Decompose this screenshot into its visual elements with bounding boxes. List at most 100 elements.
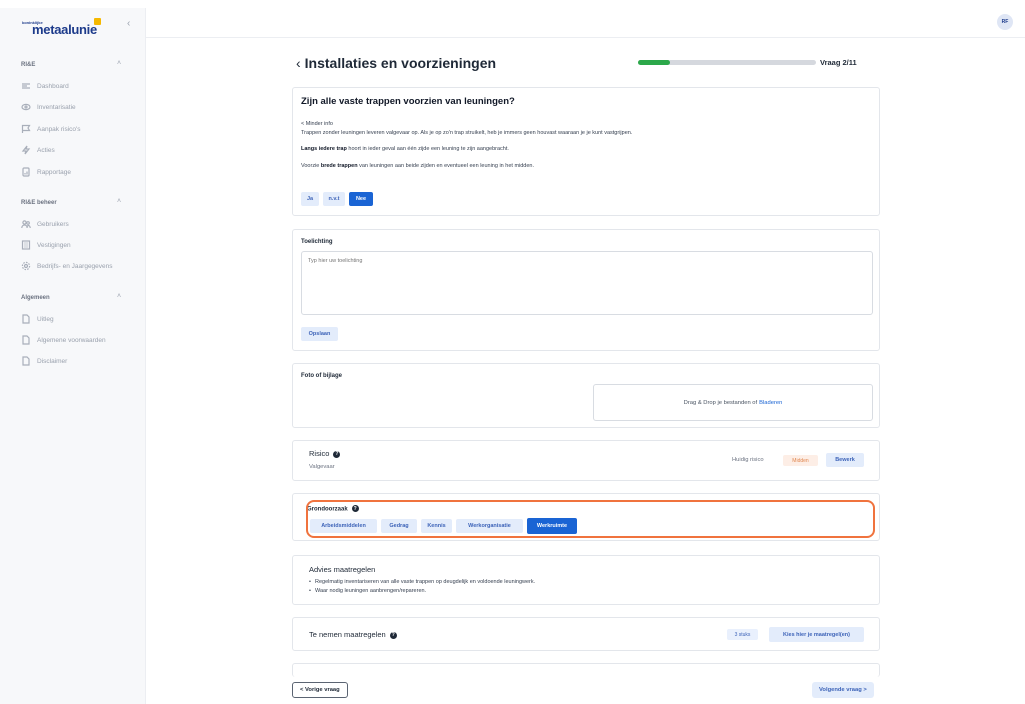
bolt-icon xyxy=(21,145,31,155)
sidebar-item-label: Dashboard xyxy=(37,82,69,90)
risk-level-badge: Midden xyxy=(783,455,818,466)
measures-card: Te nemen maatregelen? 3 stuks Kies hier … xyxy=(292,617,880,651)
sidebar-item-label: Disclaimer xyxy=(37,357,68,365)
save-button[interactable]: Opslaan xyxy=(301,327,338,341)
risk-subtitle: Valgevaar xyxy=(309,464,335,470)
less-info-link[interactable]: < Minder info xyxy=(301,121,333,127)
file-icon xyxy=(22,356,30,366)
page-title[interactable]: ‹ Installaties en voorzieningen xyxy=(296,55,496,71)
answer-nvt-button[interactable]: n.v.t xyxy=(323,192,345,206)
current-risk-label: Huidig risico xyxy=(732,457,764,463)
sidebar-item-bedrijfsgegevens[interactable]: Bedrijfs- en Jaargegevens xyxy=(21,261,113,271)
users-icon xyxy=(21,220,31,229)
gear-icon xyxy=(21,261,31,271)
sidebar-item-label: Acties xyxy=(37,146,55,154)
sidebar-item-aanpak-risicos[interactable]: Aanpak risico's xyxy=(21,124,81,134)
advice-item: Waar nodig leuningen aanbrengen/reparere… xyxy=(309,588,426,594)
answer-nee-button[interactable]: Nee xyxy=(349,192,373,206)
root-cause-card: Grondoorzaak? Arbeidsmiddelen Gedrag Ken… xyxy=(292,493,880,541)
sidebar-item-algemene-voorwaarden[interactable]: Algemene voorwaarden xyxy=(21,335,106,345)
toelichting-textarea[interactable] xyxy=(301,251,873,315)
measures-title: Te nemen maatregelen? xyxy=(309,630,397,639)
previous-question-button[interactable]: < Vorige vraag xyxy=(292,682,348,698)
sidebar-item-label: Inventarisatie xyxy=(37,103,76,111)
flag-icon xyxy=(21,124,31,133)
logo-big-text: metaalunie xyxy=(32,22,97,37)
sidebar-item-label: Gebruikers xyxy=(37,220,69,228)
sidebar-item-vestigingen[interactable]: Vestigingen xyxy=(21,240,71,250)
dropzone-text: Drag & Drop je bestanden of xyxy=(683,399,758,406)
measures-count-badge: 3 stuks xyxy=(727,629,758,640)
page-title-text: Installaties en voorzieningen xyxy=(304,55,497,71)
cause-gedrag-button[interactable]: Gedrag xyxy=(381,519,417,533)
chevron-up-icon[interactable]: ˄ xyxy=(117,198,121,205)
sidebar-item-rapportage[interactable]: Rapportage xyxy=(21,167,71,177)
toelichting-card: Toelichting Opslaan xyxy=(292,229,880,351)
cause-kennis-button[interactable]: Kennis xyxy=(421,519,452,533)
cause-werkorganisatie-button[interactable]: Werkorganisatie xyxy=(456,519,523,533)
sidebar-item-label: Vestigingen xyxy=(37,241,71,249)
chevron-up-icon[interactable]: ˄ xyxy=(117,293,121,300)
attachment-label: Foto of bijlage xyxy=(301,373,342,379)
question-title: Zijn alle vaste trappen voorzien van leu… xyxy=(301,96,515,107)
sidebar: koninklijke metaalunie ‹ RI&E ˄ Dashboar… xyxy=(0,8,146,704)
info-text-3-bold: brede trappen xyxy=(320,163,358,169)
toelichting-label: Toelichting xyxy=(301,239,333,245)
risk-title: Risico? xyxy=(309,449,341,458)
eye-icon xyxy=(21,103,31,111)
next-question-button[interactable]: Volgende vraag > xyxy=(812,682,874,698)
sidebar-item-label: Bedrijfs- en Jaargegevens xyxy=(37,262,113,270)
info-text-2-bold: Langs iedere trap xyxy=(301,146,347,152)
help-icon[interactable]: ? xyxy=(389,631,397,639)
info-text-2: Langs iedere trap hoort in ieder geval a… xyxy=(301,146,509,152)
sidebar-item-disclaimer[interactable]: Disclaimer xyxy=(21,356,67,366)
cause-arbeidsmiddelen-button[interactable]: Arbeidsmiddelen xyxy=(310,519,377,533)
question-card: Zijn alle vaste trappen voorzien van leu… xyxy=(292,87,880,216)
sidebar-item-label: Uitleg xyxy=(37,315,54,323)
logo-crown-icon xyxy=(94,18,101,25)
info-text-2-rest: hoort in ieder geval aan één zijde een l… xyxy=(346,146,509,152)
advice-title: Advies maatregelen xyxy=(309,565,376,574)
top-bar: RF xyxy=(146,8,1025,38)
root-cause-title-text: Grondoorzaak xyxy=(307,506,348,513)
cause-werkruimte-button[interactable]: Werkruimte xyxy=(527,518,577,534)
avatar[interactable]: RF xyxy=(997,14,1013,30)
info-text-1: Trappen zonder leuningen leveren valgeva… xyxy=(301,130,633,136)
sidebar-item-label: Rapportage xyxy=(37,168,71,176)
answer-ja-button[interactable]: Ja xyxy=(301,192,319,206)
edit-risk-button[interactable]: Bewerk xyxy=(826,453,864,467)
info-text-3-rest: van leuningen aan beide zijden en eventu… xyxy=(357,163,535,169)
advice-card: Advies maatregelen Regelmatig inventaris… xyxy=(292,555,880,605)
sidebar-item-acties[interactable]: Acties xyxy=(21,145,55,155)
progress-fill xyxy=(638,60,671,65)
choose-measures-button[interactable]: Kies hier je maatregel(en) xyxy=(769,627,864,642)
progress-bar xyxy=(638,60,816,65)
sidebar-item-label: Aanpak risico's xyxy=(37,125,81,133)
section-title-rie: RI&E xyxy=(21,62,36,68)
sidebar-item-dashboard[interactable]: Dashboard xyxy=(21,81,69,91)
help-icon[interactable]: ? xyxy=(333,450,341,458)
file-dropzone[interactable]: Drag & Drop je bestanden of Bladeren xyxy=(593,384,873,421)
collapse-sidebar-icon[interactable]: ‹ xyxy=(127,18,130,29)
chevron-up-icon[interactable]: ˄ xyxy=(117,60,121,67)
risk-title-text: Risico xyxy=(309,449,330,458)
advice-item: Regelmatig inventariseren van alle vaste… xyxy=(309,579,535,585)
info-text-3-start: Voorzie xyxy=(301,163,321,169)
next-card-partial xyxy=(292,663,880,677)
browse-link[interactable]: Bladeren xyxy=(759,400,782,406)
help-icon[interactable]: ? xyxy=(351,505,359,512)
sidebar-item-uitleg[interactable]: Uitleg xyxy=(21,314,54,324)
building-icon xyxy=(21,240,31,250)
attachment-card: Foto of bijlage Drag & Drop je bestanden… xyxy=(292,363,880,428)
risk-card: Risico? Valgevaar Huidig risico Midden B… xyxy=(292,440,880,481)
back-chevron-icon[interactable]: ‹ xyxy=(296,55,301,71)
section-title-rie-beheer: RI&E beheer xyxy=(21,200,57,206)
file-icon xyxy=(22,314,30,324)
root-cause-title: Grondoorzaak? xyxy=(307,505,359,513)
sidebar-item-gebruikers[interactable]: Gebruikers xyxy=(21,219,69,229)
question-counter: Vraag 2/11 xyxy=(820,58,857,67)
list-icon xyxy=(22,83,30,89)
sidebar-item-inventarisatie[interactable]: Inventarisatie xyxy=(21,102,76,112)
file-icon xyxy=(22,335,30,345)
section-title-algemeen: Algemeen xyxy=(21,295,50,301)
